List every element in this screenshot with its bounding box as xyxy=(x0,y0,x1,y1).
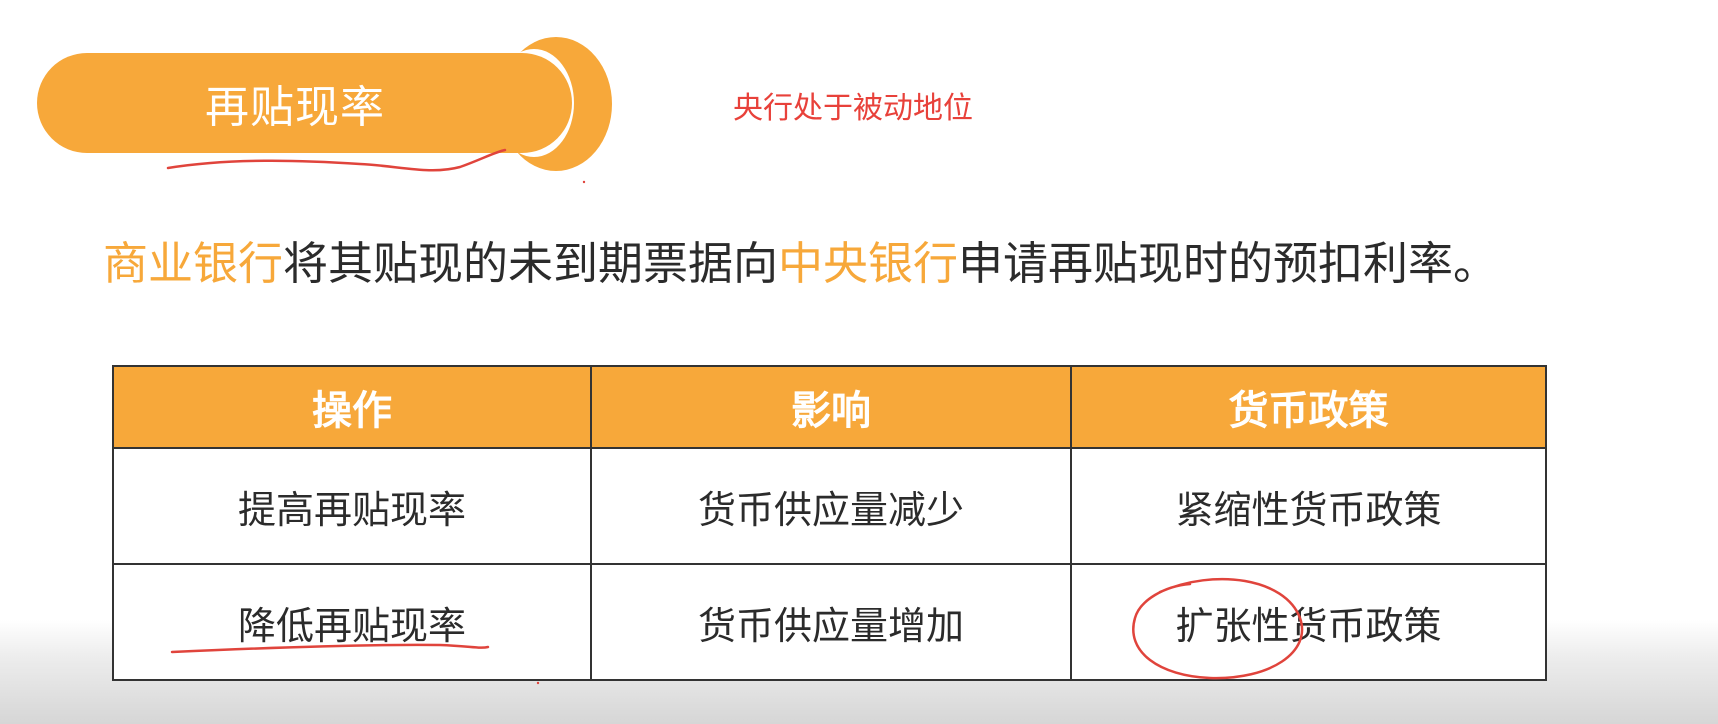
definition-sentence: 商业银行将其贴现的未到期票据向中央银行申请再贴现时的预扣利率。 xyxy=(103,227,1498,292)
policy-table: 操作 影响 货币政策 提高再贴现率 货币供应量减少 紧缩性货币政策 降低再贴现率… xyxy=(112,365,1547,681)
table-row: 降低再贴现率 货币供应量增加 扩张性货币政策 xyxy=(112,563,1547,681)
table-header-row: 操作 影响 货币政策 xyxy=(112,365,1547,449)
definition-text-2: 申请再贴现时的预扣利率。 xyxy=(958,237,1499,290)
title-banner: 再贴现率 xyxy=(37,53,572,153)
ink-dot xyxy=(582,180,586,184)
cell-operation: 提高再贴现率 xyxy=(112,447,592,565)
header-effect: 影响 xyxy=(590,365,1072,449)
header-operation: 操作 xyxy=(112,365,592,449)
cell-effect: 货币供应量增加 xyxy=(590,563,1072,681)
header-monetary-policy: 货币政策 xyxy=(1070,365,1547,449)
cell-operation: 降低再贴现率 xyxy=(112,563,592,681)
cell-policy: 紧缩性货币政策 xyxy=(1070,447,1547,565)
annotation-note: 央行处于被动地位 xyxy=(733,91,973,126)
definition-term-central-bank: 中央银行 xyxy=(778,237,959,290)
table-row: 提高再贴现率 货币供应量减少 紧缩性货币政策 xyxy=(112,447,1547,565)
title-underline-stroke xyxy=(166,148,507,172)
cell-policy: 扩张性货币政策 xyxy=(1070,563,1547,681)
definition-term-commercial-bank: 商业银行 xyxy=(103,237,284,290)
page-title: 再贴现率 xyxy=(205,82,385,133)
definition-text-1: 将其贴现的未到期票据向 xyxy=(283,237,779,290)
cell-effect: 货币供应量减少 xyxy=(590,447,1072,565)
